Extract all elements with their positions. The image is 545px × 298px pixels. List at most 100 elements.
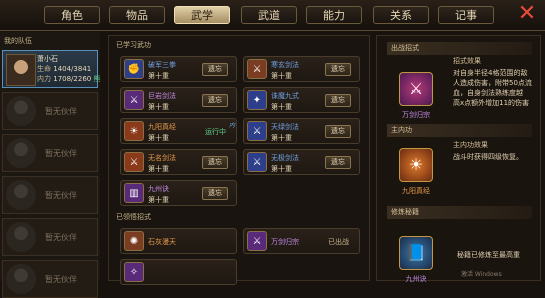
skill-card[interactable]: ▥ 九州诀 第十重 遗忘	[120, 180, 237, 206]
skill-level: 第十重	[271, 103, 292, 111]
combo-effect-line: 人造成伤害，附带50点流	[453, 79, 532, 87]
tab-journal[interactable]: 记事	[438, 6, 494, 24]
tab-martial-way[interactable]: 武道	[241, 6, 297, 24]
book-icon[interactable]: 📘	[399, 236, 433, 270]
combo-swords-icon[interactable]: ⚔	[399, 72, 433, 106]
skill-name: 九州诀	[148, 185, 169, 193]
combo-card[interactable]: ⚔ 万剑归宗 已出战	[243, 228, 360, 254]
skill-level: 第十重	[148, 134, 169, 142]
tab-ability[interactable]: 能力	[306, 6, 362, 24]
forget-button[interactable]: 遗忘	[202, 156, 228, 169]
skill-card[interactable]: ⚔ 寒玄剑法 第十重 遗忘	[243, 56, 360, 82]
skill-name: 巨岩剑法	[148, 92, 176, 100]
swords-icon: ⚔	[247, 231, 267, 251]
deployed-status: 已出战	[328, 238, 349, 246]
party-slot-empty[interactable]: 暂无伙伴	[2, 134, 98, 172]
avatar	[6, 96, 36, 126]
hero-portrait	[6, 54, 36, 86]
internal-effect-title: 主内功效果	[453, 141, 488, 149]
learned-skills-title: 已学习武功	[116, 41, 151, 49]
combo-card[interactable]: ✧	[120, 259, 237, 285]
skill-card[interactable]: ⚔ 巨岩剑法第十重 遗忘	[120, 87, 237, 113]
forget-button[interactable]: 遗忘	[325, 125, 351, 138]
combo-skills-title: 已领悟招式	[116, 213, 151, 221]
skill-card[interactable]: ☀ 九阳真经第十重 运行中内	[120, 118, 237, 144]
party-header: 我的队伍	[4, 37, 32, 45]
internal-badge: 内	[228, 122, 235, 129]
avatar	[6, 180, 36, 210]
forget-button[interactable]: 遗忘	[202, 187, 228, 200]
book-name: 九州诀	[405, 275, 427, 283]
party-slot-empty[interactable]: 暂无伙伴	[2, 92, 98, 130]
skill-level: 第十重	[271, 134, 292, 142]
skill-name: 无极剑法	[271, 154, 299, 162]
party-slot-empty[interactable]: 暂无伙伴	[2, 218, 98, 256]
party-slot-empty[interactable]: 暂无伙伴	[2, 176, 98, 214]
skill-level: 第十重	[148, 72, 169, 80]
top-tab-bar: 角色 物品 武学 武道 能力 关系 记事 ✕	[0, 0, 545, 31]
skill-card[interactable]: ⚔ 天绿剑法第十重 遗忘	[243, 118, 360, 144]
internal-name: 九阳真经	[402, 187, 430, 195]
skills-panel: 已学习武功 ✊ 破军三拳 第十重 遗忘 ⚔ 寒玄剑法 第十重 遗忘 ⚔ 巨岩剑法 第十重 遗忘 ✦ 诛魔九…	[108, 35, 370, 285]
party-panel: 我的队伍 萧小石 生命 1404/3841 内力 1708/2260 熊 暂无伙…	[0, 32, 101, 298]
skill-level: 第十重	[271, 165, 292, 173]
internal-section-title: 主内功	[387, 124, 532, 137]
skill-name: 寒玄剑法	[271, 61, 299, 69]
avatar	[6, 138, 36, 168]
skill-name: 石灰漫天	[148, 238, 176, 246]
sword-icon: ⚔	[124, 152, 144, 172]
skill-name: 天绿剑法	[271, 123, 299, 131]
tab-relations[interactable]: 关系	[373, 6, 429, 24]
hero-hp: 生命 1404/3841	[37, 65, 92, 73]
combo-effect-title: 招式效果	[453, 57, 481, 65]
skill-name: 无名剑法	[148, 154, 176, 162]
skill-name: 诛魔九式	[271, 92, 299, 100]
combo-effect-line: 对自身半径4格范围的敌	[453, 69, 528, 77]
combo-effect-line: 血，自身剑法熟练度越	[453, 89, 523, 97]
partial-icon: ✧	[124, 262, 144, 282]
scroll-icon: ▥	[124, 183, 144, 203]
hero-name: 萧小石	[37, 55, 58, 63]
combo-effect-line: 高x点额外增加11的伤害	[453, 99, 530, 107]
skill-level: 第十重	[271, 72, 292, 80]
combo-section-title: 出战招式	[387, 42, 532, 55]
sword-icon: ⚔	[124, 90, 144, 110]
dust-icon: ✺	[124, 231, 144, 251]
fist-icon: ✊	[124, 59, 144, 79]
combo-card[interactable]: ✺ 石灰漫天	[120, 228, 237, 254]
avatar	[6, 264, 36, 294]
skill-card[interactable]: ⚔ 无极剑法 第十重 遗忘	[243, 149, 360, 175]
party-slot-hero[interactable]: 萧小石 生命 1404/3841 内力 1708/2260 熊	[2, 50, 101, 88]
avatar	[6, 222, 36, 252]
skill-level: 第十重	[148, 165, 169, 173]
skill-name: 万剑归宗	[271, 238, 299, 246]
skill-name: 九阳真经	[148, 123, 176, 131]
hero-internal: 内力 1708/2260 熊	[37, 75, 101, 83]
forget-button[interactable]: 遗忘	[202, 63, 228, 76]
tab-martial-arts[interactable]: 武学	[174, 6, 230, 24]
book-section-title: 修炼秘籍	[387, 206, 532, 219]
skill-card[interactable]: ✊ 破军三拳第十重 遗忘	[120, 56, 237, 82]
forget-button[interactable]: 遗忘	[325, 156, 351, 169]
sun-icon[interactable]: ☀	[399, 148, 433, 182]
book-note: 秘籍已修炼至最高重	[457, 251, 520, 259]
close-icon[interactable]: ✕	[516, 3, 538, 25]
combo-name: 万剑归宗	[402, 111, 430, 119]
windows-watermark: 激活 Windows	[461, 271, 502, 278]
forget-button[interactable]: 遗忘	[202, 94, 228, 107]
skill-name: 破军三拳	[148, 61, 176, 69]
forget-button[interactable]: 遗忘	[325, 63, 351, 76]
sun-icon: ☀	[124, 121, 144, 141]
detail-panel: 出战招式 ⚔ 万剑归宗 招式效果 对自身半径4格范围的敌 人造成伤害，附带50点…	[376, 35, 541, 283]
slash-icon: ✦	[247, 90, 267, 110]
skill-card[interactable]: ✦ 诛魔九式第十重 遗忘	[243, 87, 360, 113]
sword-icon: ⚔	[247, 121, 267, 141]
skill-level: 第十重	[148, 103, 169, 111]
skill-card[interactable]: ⚔ 无名剑法第十重 遗忘	[120, 149, 237, 175]
tab-items[interactable]: 物品	[109, 6, 165, 24]
party-slot-empty[interactable]: 暂无伙伴	[2, 260, 98, 298]
tab-character[interactable]: 角色	[44, 6, 100, 24]
forget-button[interactable]: 遗忘	[325, 94, 351, 107]
running-status: 运行中	[205, 128, 226, 136]
internal-effect-line: 战斗时获得四级恢复。	[453, 153, 523, 161]
